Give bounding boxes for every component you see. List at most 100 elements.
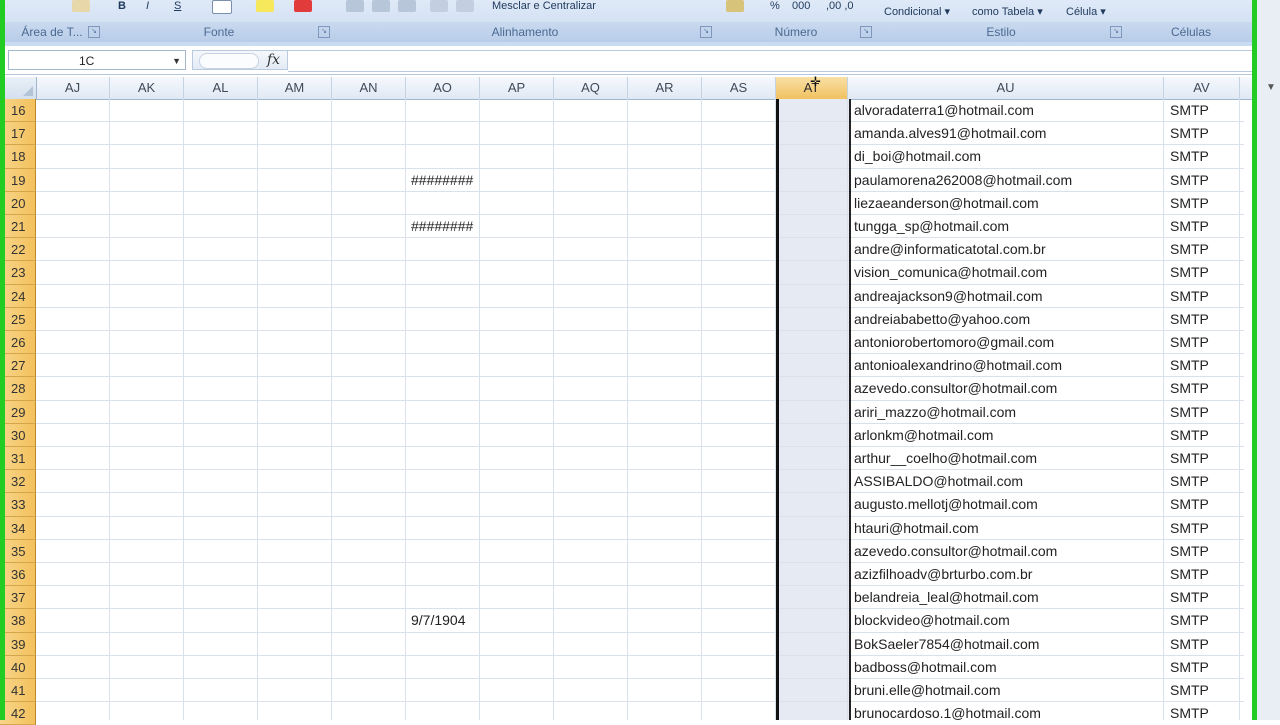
chevron-down-icon[interactable]: ▼ — [1266, 82, 1276, 93]
cell-av-smtp[interactable]: SMTP — [1170, 285, 1209, 308]
cell-av-smtp[interactable]: SMTP — [1170, 563, 1209, 586]
underline-button[interactable]: S — [174, 0, 181, 14]
row-header-29[interactable]: 29 — [0, 400, 36, 424]
row-header-40[interactable]: 40 — [0, 655, 36, 679]
column-header-AS[interactable]: AS — [702, 77, 776, 99]
merge-center-button[interactable]: Mesclar e Centralizar — [492, 0, 596, 14]
conditional-format-button[interactable]: Condicional ▾ — [884, 5, 950, 19]
row-header-37[interactable]: 37 — [0, 586, 36, 610]
italic-button[interactable]: I — [146, 0, 149, 14]
cell-av-smtp[interactable]: SMTP — [1170, 308, 1209, 331]
cell-styles-button[interactable]: Célula ▾ — [1066, 5, 1106, 19]
dialog-launcher-icon[interactable]: ↘ — [88, 26, 100, 38]
cell-au-email[interactable]: ASSIBALDO@hotmail.com — [854, 470, 1023, 493]
row-header-23[interactable]: 23 — [0, 261, 36, 285]
cell-au-email[interactable]: badboss@hotmail.com — [854, 656, 997, 679]
dialog-launcher-icon[interactable]: ↘ — [318, 26, 330, 38]
row-header-41[interactable]: 41 — [0, 679, 36, 703]
column-header-AU[interactable]: AU — [848, 77, 1164, 99]
row-header-19[interactable]: 19 — [0, 168, 36, 192]
cell-av-smtp[interactable]: SMTP — [1170, 145, 1209, 168]
row-header-38[interactable]: 38 — [0, 609, 36, 633]
align-right-icon[interactable] — [398, 0, 416, 12]
format-painter-icon[interactable] — [72, 0, 90, 12]
row-header-26[interactable]: 26 — [0, 331, 36, 355]
row-header-30[interactable]: 30 — [0, 423, 36, 447]
row-header-27[interactable]: 27 — [0, 354, 36, 378]
row-header-39[interactable]: 39 — [0, 632, 36, 656]
column-header-AN[interactable]: AN — [332, 77, 406, 99]
cell-au-email[interactable]: belandreia_leal@hotmail.com — [854, 586, 1039, 609]
cell-ao-38[interactable]: 9/7/1904 — [411, 609, 466, 632]
decimals-button[interactable]: ,00 ,0 — [826, 0, 854, 14]
cell-av-smtp[interactable]: SMTP — [1170, 215, 1209, 238]
cell-au-email[interactable]: ariri_mazzo@hotmail.com — [854, 401, 1016, 424]
align-left-icon[interactable] — [346, 0, 364, 12]
row-header-32[interactable]: 32 — [0, 470, 36, 494]
cell-ao-21[interactable]: ######## — [411, 215, 473, 238]
column-header-AJ[interactable]: AJ — [36, 77, 110, 99]
cell-au-email[interactable]: blockvideo@hotmail.com — [854, 609, 1010, 632]
dialog-launcher-icon[interactable]: ↘ — [1110, 26, 1122, 38]
increase-indent-icon[interactable] — [456, 0, 474, 12]
cell-grid[interactable]: ######## ######## 9/7/1904 alvoradaterra1@h… — [36, 99, 1280, 720]
column-header-AL[interactable]: AL — [184, 77, 258, 99]
column-header-AP[interactable]: AP — [480, 77, 554, 99]
cell-av-smtp[interactable]: SMTP — [1170, 609, 1209, 632]
dialog-launcher-icon[interactable]: ↘ — [700, 26, 712, 38]
cell-au-email[interactable]: liezaeanderson@hotmail.com — [854, 192, 1039, 215]
cell-au-email[interactable]: alvoradaterra1@hotmail.com — [854, 99, 1034, 122]
cell-au-email[interactable]: paulamorena262008@hotmail.com — [854, 169, 1072, 192]
cell-av-smtp[interactable]: SMTP — [1170, 586, 1209, 609]
column-header-AQ[interactable]: AQ — [554, 77, 628, 99]
row-header-28[interactable]: 28 — [0, 377, 36, 401]
cell-au-email[interactable]: andreiababetto@yahoo.com — [854, 308, 1030, 331]
align-center-icon[interactable] — [372, 0, 390, 12]
dialog-launcher-icon[interactable]: ↘ — [860, 26, 872, 38]
cell-av-smtp[interactable]: SMTP — [1170, 517, 1209, 540]
currency-icon[interactable] — [726, 0, 744, 12]
cell-av-smtp[interactable]: SMTP — [1170, 354, 1209, 377]
row-header-35[interactable]: 35 — [0, 539, 36, 563]
cell-av-smtp[interactable]: SMTP — [1170, 401, 1209, 424]
row-header-33[interactable]: 33 — [0, 493, 36, 517]
cell-av-smtp[interactable]: SMTP — [1170, 192, 1209, 215]
cell-au-email[interactable]: tungga_sp@hotmail.com — [854, 215, 1009, 238]
cell-av-smtp[interactable]: SMTP — [1170, 656, 1209, 679]
column-header-AO[interactable]: AO — [406, 77, 480, 99]
cell-ao-19[interactable]: ######## — [411, 169, 473, 192]
row-header-22[interactable]: 22 — [0, 238, 36, 262]
cell-au-email[interactable]: antonioalexandrino@hotmail.com — [854, 354, 1062, 377]
select-all-corner[interactable] — [0, 77, 37, 99]
cell-au-email[interactable]: arthur__coelho@hotmail.com — [854, 447, 1037, 470]
row-header-34[interactable]: 34 — [0, 516, 36, 540]
cell-au-email[interactable]: di_boi@hotmail.com — [854, 145, 981, 168]
cell-au-email[interactable]: bruni.elle@hotmail.com — [854, 679, 1001, 702]
cell-au-email[interactable]: brunocardoso.1@hotmail.com — [854, 702, 1041, 720]
percent-button[interactable]: % — [770, 0, 780, 14]
row-header-42[interactable]: 42 — [0, 702, 36, 725]
fill-color-icon[interactable] — [256, 0, 274, 12]
cell-av-smtp[interactable]: SMTP — [1170, 169, 1209, 192]
borders-icon[interactable] — [212, 0, 232, 14]
cell-au-email[interactable]: azevedo.consultor@hotmail.com — [854, 377, 1057, 400]
cell-av-smtp[interactable]: SMTP — [1170, 633, 1209, 656]
cell-au-email[interactable]: andre@informaticatotal.com.br — [854, 238, 1046, 261]
bold-button[interactable]: B — [118, 0, 126, 14]
cell-av-smtp[interactable]: SMTP — [1170, 493, 1209, 516]
row-header-16[interactable]: 16 — [0, 99, 36, 123]
chevron-down-icon[interactable]: ▼ — [172, 51, 181, 71]
cell-au-email[interactable]: augusto.mellotj@hotmail.com — [854, 493, 1038, 516]
cell-av-smtp[interactable]: SMTP — [1170, 447, 1209, 470]
cell-av-smtp[interactable]: SMTP — [1170, 470, 1209, 493]
cell-au-email[interactable]: BokSaeler7854@hotmail.com — [854, 633, 1039, 656]
cell-av-smtp[interactable]: SMTP — [1170, 331, 1209, 354]
row-header-20[interactable]: 20 — [0, 191, 36, 215]
thousands-button[interactable]: 000 — [792, 0, 810, 14]
row-header-17[interactable]: 17 — [0, 122, 36, 146]
row-header-21[interactable]: 21 — [0, 215, 36, 239]
cell-av-smtp[interactable]: SMTP — [1170, 679, 1209, 702]
cell-av-smtp[interactable]: SMTP — [1170, 702, 1209, 720]
row-header-25[interactable]: 25 — [0, 307, 36, 331]
cell-au-email[interactable]: arlonkm@hotmail.com — [854, 424, 993, 447]
